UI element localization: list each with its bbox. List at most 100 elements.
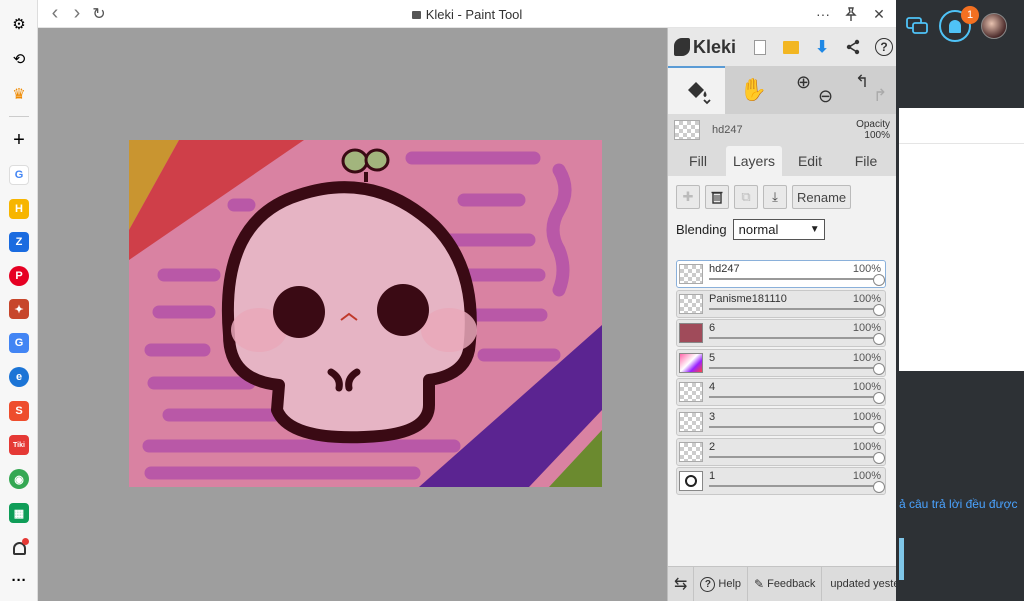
layer-name: Panisme181110 bbox=[709, 292, 787, 305]
slider-knob[interactable] bbox=[873, 421, 885, 434]
window-titlebar: ‹ › ↻ Kleki - Paint Tool ··· ✕ bbox=[38, 0, 896, 28]
settings-icon[interactable]: ⚙ bbox=[7, 12, 31, 36]
slider-knob[interactable] bbox=[873, 333, 885, 346]
tool-panel: Kleki ⬇ ? ✋ ⊕ ⊖ ↰ ↱ hd247 Opacity 100% F… bbox=[667, 28, 921, 601]
tiki-app-icon[interactable]: Tiki bbox=[9, 435, 29, 455]
rename-button[interactable]: Rename bbox=[792, 185, 852, 209]
layer-opacity: 100% bbox=[852, 292, 881, 305]
background-header-icons: 1 bbox=[905, 6, 1007, 42]
layer-opacity-slider[interactable] bbox=[709, 307, 881, 310]
layer-opacity-slider[interactable] bbox=[709, 455, 881, 458]
add-icon[interactable]: + bbox=[7, 128, 31, 152]
h-app-icon[interactable]: H bbox=[9, 199, 29, 219]
layer-thumbnail bbox=[679, 293, 703, 314]
artwork-image bbox=[129, 140, 602, 487]
open-folder-icon[interactable] bbox=[781, 37, 801, 57]
layer-item[interactable]: 4 100% bbox=[676, 378, 886, 407]
layer-opacity-slider[interactable] bbox=[709, 485, 881, 488]
notifications-icon[interactable] bbox=[7, 536, 31, 560]
window-title: Kleki - Paint Tool bbox=[425, 7, 523, 22]
forward-button[interactable]: › bbox=[66, 2, 88, 25]
layer-name: hd247 bbox=[709, 263, 740, 275]
layer-item[interactable]: 6 100% bbox=[676, 319, 886, 348]
hand-tool[interactable]: ✋ bbox=[725, 66, 782, 114]
google-app-icon[interactable]: G bbox=[9, 165, 29, 185]
tab-file[interactable]: File bbox=[838, 153, 894, 176]
background-button-edge[interactable] bbox=[899, 538, 904, 580]
close-button[interactable]: ✕ bbox=[868, 3, 890, 25]
kleki-logo: Kleki bbox=[674, 37, 736, 58]
delete-layer-button[interactable] bbox=[705, 185, 729, 209]
slider-knob[interactable] bbox=[873, 451, 885, 464]
pinterest-app-icon[interactable]: P bbox=[9, 266, 29, 286]
shield-app-icon[interactable]: ✦ bbox=[9, 299, 29, 319]
more-icon[interactable]: ··· bbox=[7, 568, 31, 592]
tab-layers[interactable]: Layers bbox=[726, 146, 782, 176]
slider-knob[interactable] bbox=[873, 392, 885, 405]
fill-bucket-tool[interactable] bbox=[668, 66, 725, 114]
slider-knob[interactable] bbox=[873, 362, 885, 375]
tab-fill[interactable]: Fill bbox=[670, 153, 726, 176]
slider-knob[interactable] bbox=[873, 274, 885, 286]
more-menu-button[interactable]: ··· bbox=[812, 3, 834, 25]
layer-opacity-slider[interactable] bbox=[709, 425, 881, 428]
reload-button[interactable]: ↻ bbox=[88, 3, 110, 25]
notification-bell-button[interactable]: 1 bbox=[939, 6, 979, 42]
feedback-button[interactable]: ✎ Feedback bbox=[748, 566, 823, 601]
shopee-app-icon[interactable]: S bbox=[9, 401, 29, 421]
lock-icon bbox=[411, 11, 421, 19]
pin-button[interactable] bbox=[840, 3, 862, 25]
chat-icon[interactable] bbox=[905, 15, 929, 37]
blending-row: Blending normal ▼ bbox=[668, 209, 897, 240]
zalo-app-icon[interactable]: Z bbox=[9, 232, 29, 252]
sheets-app-icon[interactable]: ▦ bbox=[9, 503, 29, 523]
zoom-out-icon[interactable]: ⊖ bbox=[818, 86, 833, 107]
help-button[interactable]: ? Help bbox=[694, 566, 749, 601]
layer-opacity-slider[interactable] bbox=[709, 337, 881, 340]
layer-item[interactable]: 1 100% bbox=[676, 467, 886, 496]
layer-item[interactable]: Panisme181110 100% bbox=[676, 289, 886, 318]
chevron-down-icon: ▼ bbox=[809, 224, 820, 235]
history-icon[interactable]: ⟲ bbox=[7, 47, 31, 71]
background-link-text[interactable]: ả câu trả lời đều được bbox=[899, 497, 1024, 511]
share-icon[interactable] bbox=[843, 37, 863, 57]
notification-badge: 1 bbox=[961, 6, 979, 24]
tab-edit[interactable]: Edit bbox=[782, 153, 838, 176]
bell-icon bbox=[949, 19, 961, 33]
help-icon[interactable]: ? bbox=[874, 37, 894, 57]
duplicate-layer-button[interactable]: ⧉ bbox=[734, 185, 758, 209]
tool-row: ✋ ⊕ ⊖ ↰ ↱ bbox=[668, 66, 896, 114]
layer-item[interactable]: 3 100% bbox=[676, 407, 886, 436]
zoom-tools: ⊕ ⊖ bbox=[782, 66, 839, 114]
zoom-in-icon[interactable]: ⊕ bbox=[796, 72, 811, 93]
crown-icon[interactable]: ♛ bbox=[7, 82, 31, 106]
artwork-canvas[interactable] bbox=[129, 140, 602, 487]
merge-down-button[interactable]: ⤓ bbox=[763, 185, 787, 209]
redo-icon[interactable]: ↱ bbox=[873, 86, 887, 106]
layer-item[interactable]: 2 100% bbox=[676, 437, 886, 466]
layer-opacity-slider[interactable] bbox=[709, 366, 881, 369]
avatar[interactable] bbox=[981, 13, 1007, 39]
layer-opacity: 100% bbox=[852, 351, 881, 364]
help-label: Help bbox=[718, 578, 742, 590]
add-layer-button[interactable]: ✚ bbox=[676, 185, 700, 209]
undo-icon[interactable]: ↰ bbox=[855, 72, 869, 92]
slider-knob[interactable] bbox=[873, 481, 885, 494]
layer-opacity-slider[interactable] bbox=[709, 278, 881, 280]
slider-knob[interactable] bbox=[873, 303, 885, 316]
panel-tabs: Fill Layers Edit File bbox=[668, 146, 896, 176]
download-icon[interactable]: ⬇ bbox=[812, 37, 832, 57]
layer-name: 6 bbox=[709, 322, 716, 335]
new-file-icon[interactable] bbox=[750, 37, 770, 57]
translate-app-icon[interactable]: G bbox=[9, 333, 29, 353]
canvas-area[interactable] bbox=[38, 28, 667, 601]
chrome-app-icon[interactable]: ◉ bbox=[9, 469, 29, 489]
layer-item[interactable]: 5 100% bbox=[676, 348, 886, 377]
back-button[interactable]: ‹ bbox=[44, 2, 66, 25]
blending-select[interactable]: normal ▼ bbox=[732, 219, 825, 240]
kleki-brand-text: Kleki bbox=[693, 36, 737, 57]
layer-opacity-slider[interactable] bbox=[709, 396, 881, 399]
layer-item[interactable]: hd247 100% bbox=[676, 260, 886, 288]
swap-icon[interactable]: ⇆ bbox=[668, 566, 695, 601]
edge-app-icon[interactable]: e bbox=[9, 367, 29, 387]
